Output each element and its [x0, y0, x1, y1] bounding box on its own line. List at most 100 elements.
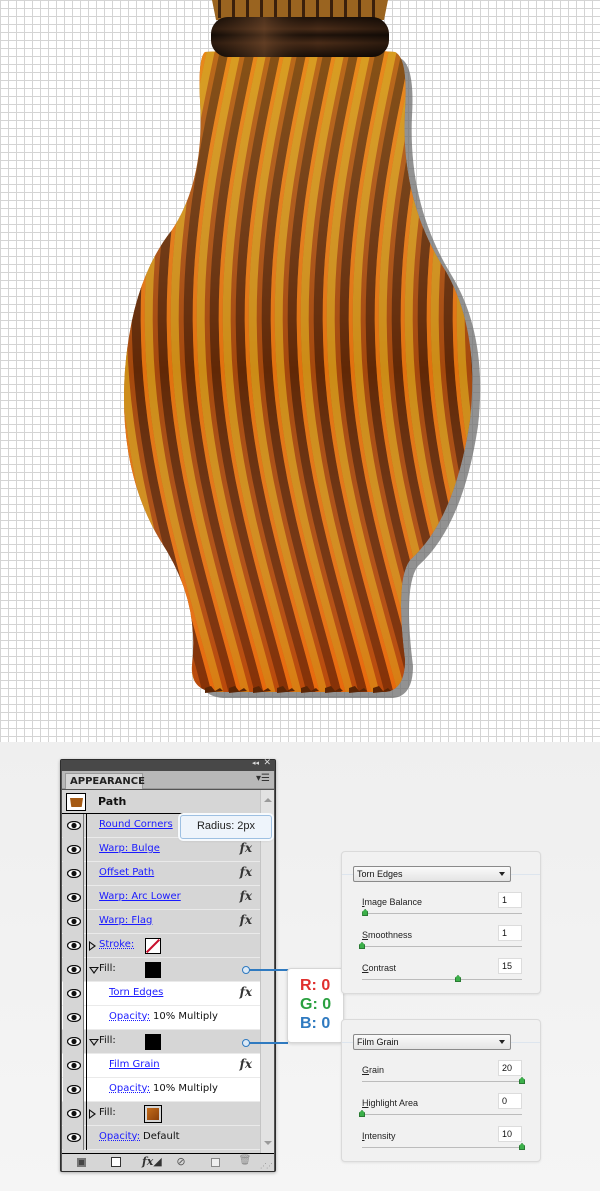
panel-titlebar[interactable]: ◂◂ ✕: [61, 758, 275, 771]
appearance-row-effect[interactable]: Offset Path fx: [62, 862, 260, 886]
slider-value-input[interactable]: 15: [498, 958, 522, 974]
collapse-triangle-icon[interactable]: [89, 967, 99, 974]
add-new-fill-icon[interactable]: [109, 1157, 123, 1169]
collapse-triangle-icon[interactable]: [89, 1039, 99, 1046]
visibility-eye-icon[interactable]: [63, 1078, 84, 1102]
slider-track[interactable]: [362, 1147, 522, 1148]
rgb-callout: R: 0 G: 0 B: 0: [287, 968, 344, 1043]
visibility-eye-icon[interactable]: [63, 982, 84, 1006]
visibility-eye-icon[interactable]: [63, 1006, 84, 1030]
tassel-cap: [211, 17, 389, 57]
slider-label: Intensity: [362, 1131, 396, 1141]
appearance-row-effect[interactable]: Warp: Arc Lower fx: [62, 886, 260, 910]
fill-swatch[interactable]: [145, 1034, 161, 1050]
scroll-up-icon[interactable]: [264, 798, 272, 802]
slider-thumb[interactable]: [519, 1143, 525, 1150]
slider-value-input[interactable]: 20: [498, 1060, 522, 1076]
close-icon[interactable]: ✕: [263, 758, 271, 768]
visibility-eye-icon[interactable]: [63, 1126, 84, 1150]
slider-thumb[interactable]: [362, 909, 369, 916]
opacity-value: 10% Multiply: [153, 1011, 218, 1022]
appearance-row-fill[interactable]: Fill:: [62, 1030, 260, 1054]
appearance-row-effect[interactable]: Warp: Flag fx: [62, 910, 260, 934]
tassel-strand: [479, 40, 556, 700]
appearance-row-opacity[interactable]: Opacity: 10% Multiply: [62, 1078, 260, 1102]
red-value: R: 0: [300, 977, 331, 994]
delete-item-icon[interactable]: 🗑: [238, 1155, 252, 1167]
object-type-label: Path: [98, 795, 127, 808]
slider-track[interactable]: [362, 1114, 522, 1115]
slider-track[interactable]: [362, 946, 522, 947]
slider-track[interactable]: [362, 913, 522, 914]
effect-link[interactable]: Film Grain: [109, 1059, 160, 1070]
effect-link[interactable]: Warp: Flag: [99, 915, 152, 926]
appearance-row-effect[interactable]: Warp: Bulge fx: [62, 838, 260, 862]
appearance-row-stroke[interactable]: Stroke:: [62, 934, 260, 958]
visibility-eye-icon[interactable]: [63, 814, 84, 838]
connector-line-fill-1: [248, 969, 288, 971]
effect-link[interactable]: Warp: Arc Lower: [99, 891, 181, 902]
slider-value-input[interactable]: 0: [498, 1093, 522, 1109]
fx-icon: fx: [239, 913, 252, 927]
duplicate-item-icon[interactable]: [208, 1157, 222, 1169]
effect-link[interactable]: Offset Path: [99, 867, 154, 878]
fringe-strand: [358, 0, 361, 18]
tassel-artwork: [124, 0, 556, 700]
visibility-eye-icon[interactable]: [63, 1054, 84, 1078]
appearance-row-fill[interactable]: Fill:: [62, 1102, 260, 1126]
dropdown-arrow-icon: [499, 872, 505, 876]
slider-value-input[interactable]: 1: [498, 892, 522, 908]
opacity-link[interactable]: Opacity:: [99, 1131, 140, 1142]
slider-thumb[interactable]: [519, 1077, 525, 1084]
fill-swatch[interactable]: [145, 962, 161, 978]
resize-grip-icon[interactable]: ⋰⋰: [260, 1162, 273, 1170]
filter-select[interactable]: Torn Edges: [353, 866, 511, 882]
clear-appearance-icon[interactable]: ⊘: [174, 1155, 188, 1168]
visibility-eye-icon[interactable]: [63, 1102, 84, 1126]
slider-value-input[interactable]: 1: [498, 925, 522, 941]
visibility-eye-icon[interactable]: [63, 886, 84, 910]
appearance-row-sub-effect[interactable]: Film Grain fx: [62, 1054, 260, 1078]
slider-contrast: Contrast 15: [362, 958, 522, 995]
visibility-eye-icon[interactable]: [63, 934, 84, 958]
filter-select[interactable]: Film Grain: [353, 1034, 511, 1050]
appearance-row-opacity[interactable]: Opacity: 10% Multiply: [62, 1006, 260, 1030]
visibility-eye-icon[interactable]: [63, 862, 84, 886]
panel-menu-icon[interactable]: ▾☰: [256, 773, 270, 784]
tab-appearance[interactable]: APPEARANCE: [65, 773, 145, 789]
stroke-swatch-none[interactable]: [145, 938, 161, 954]
scrollbar[interactable]: [260, 790, 274, 1153]
appearance-row-opacity-root[interactable]: Opacity: Default: [62, 1126, 260, 1150]
opacity-link[interactable]: Opacity:: [109, 1083, 150, 1094]
visibility-eye-icon[interactable]: [63, 838, 84, 862]
scroll-down-icon[interactable]: [264, 1141, 272, 1145]
stroke-link[interactable]: Stroke:: [99, 939, 134, 950]
artboard-canvas[interactable]: [0, 0, 600, 742]
opacity-value: 10% Multiply: [153, 1083, 218, 1094]
fill-swatch[interactable]: [144, 1105, 162, 1123]
effect-link[interactable]: Warp: Bulge: [99, 843, 160, 854]
fringe-strand: [302, 0, 305, 18]
opacity-link[interactable]: Opacity:: [109, 1011, 150, 1022]
slider-value-input[interactable]: 10: [498, 1126, 522, 1142]
add-new-effect-icon[interactable]: fx◢: [142, 1155, 162, 1168]
double-chevron-left-icon[interactable]: ◂◂: [252, 759, 259, 767]
appearance-row-sub-effect[interactable]: Torn Edges fx: [62, 982, 260, 1006]
effect-link[interactable]: Round Corners: [99, 819, 173, 830]
slider-track[interactable]: [362, 1081, 522, 1082]
fx-icon: fx: [239, 841, 252, 855]
visibility-eye-icon[interactable]: [63, 958, 84, 982]
slider-thumb[interactable]: [359, 942, 365, 949]
slider-label: Highlight Area: [362, 1098, 419, 1108]
expand-triangle-icon[interactable]: [89, 941, 96, 951]
appearance-row-fill[interactable]: Fill:: [62, 958, 260, 982]
effect-link[interactable]: Torn Edges: [109, 987, 163, 998]
slider-track[interactable]: [362, 979, 522, 980]
visibility-eye-icon[interactable]: [63, 910, 84, 934]
slider-thumb[interactable]: [455, 975, 461, 982]
fringe-strand: [218, 0, 221, 18]
slider-thumb[interactable]: [359, 1110, 365, 1117]
visibility-eye-icon[interactable]: [63, 1030, 84, 1054]
expand-triangle-icon[interactable]: [89, 1109, 96, 1119]
add-new-art-icon[interactable]: [74, 1157, 88, 1169]
